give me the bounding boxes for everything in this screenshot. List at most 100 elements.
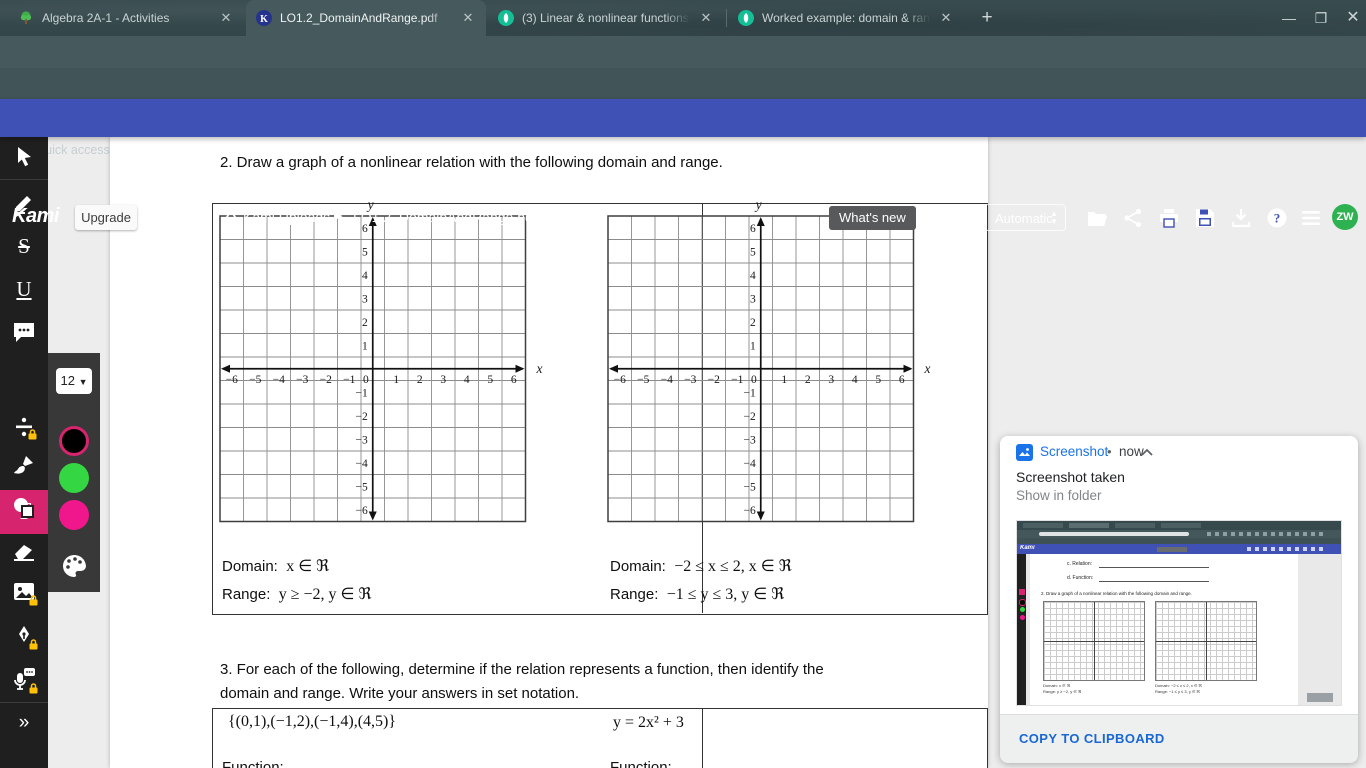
domain-text-right: Domain: −2 ≤ x ≤ 2, x ∈ ℜ (610, 558, 792, 575)
svg-text:5: 5 (875, 374, 881, 386)
zoom-select[interactable]: Automatic ▲ ▼ (984, 204, 1066, 231)
copy-to-clipboard-button[interactable]: COPY TO CLIPBOARD (1019, 731, 1165, 746)
thumb-line-c: c. Relation: (1067, 561, 1093, 567)
tab1-favicon-tree-icon (20, 11, 32, 24)
svg-text:y: y (754, 199, 762, 212)
breadcrumb-caret-icon: ▶ (334, 210, 343, 222)
lock-icon (29, 595, 38, 606)
pdf-page: 2. Draw a graph of a nonlinear relation … (110, 137, 988, 768)
thumb-kami-logo: Kami (1020, 545, 1035, 551)
show-in-folder-link[interactable]: Show in folder (1016, 488, 1102, 503)
tab4-close-icon[interactable]: ✕ (938, 10, 954, 26)
thumb-whatsnew (1157, 547, 1187, 552)
color-swatch-pink[interactable] (59, 500, 89, 530)
window-minimize-button[interactable]: — (1276, 8, 1302, 30)
screenshot-thumbnail[interactable]: Kami c. Relation: d. Function: 2. Draw a… (1016, 520, 1342, 706)
question-3-line2: domain and range. Write your answers in … (220, 685, 580, 702)
lock-icon (28, 429, 37, 440)
range-text-left: Range: y ≥ −2, y ∈ ℜ (222, 586, 372, 603)
notification-title: Screenshot taken (1016, 469, 1125, 485)
notification-footer: COPY TO CLIPBOARD (1000, 714, 1358, 763)
brush-tool-icon[interactable] (12, 453, 36, 477)
tab2-close-icon[interactable]: ✕ (460, 10, 476, 26)
svg-text:2: 2 (750, 317, 756, 329)
svg-text:6: 6 (899, 374, 905, 386)
breadcrumb-folder[interactable]: Kami Uploads (243, 209, 330, 225)
shapes-tool-icon[interactable] (12, 496, 36, 520)
search-icon[interactable] (186, 207, 208, 229)
google-drive-icon[interactable] (220, 207, 242, 229)
sidebar-divider (0, 702, 48, 703)
select-tool-icon[interactable] (12, 145, 36, 169)
svg-text:6: 6 (750, 223, 756, 235)
breadcrumb-filename: LO1.2_DomainAndRange.pdf (353, 209, 537, 225)
download-icon[interactable] (1230, 207, 1252, 229)
svg-text:2: 2 (362, 317, 368, 329)
font-size-dropdown[interactable]: 12 ▼ (56, 368, 92, 394)
coordinate-grid-right: −6 −5 −4 −3 −2 −1 0 1 2 3 4 5 6−6−5−4−3−2−1123456yx (607, 199, 931, 523)
thumb-tab (1115, 523, 1155, 528)
svg-text:−5: −5 (356, 481, 368, 493)
tab-linear-nonlinear[interactable]: (3) Linear & nonlinear functions ✕ (488, 0, 724, 36)
tab2-favicon-kami-icon: K (256, 10, 272, 26)
share-icon[interactable] (1122, 207, 1144, 229)
thumb-domain1: Domain: x ∈ ℜ (1043, 683, 1070, 688)
whats-new-badge[interactable]: What's new (829, 206, 916, 230)
thumb-tab (1023, 523, 1063, 528)
open-file-icon[interactable] (1086, 207, 1108, 229)
svg-text:x: x (536, 361, 543, 376)
tab3-close-icon[interactable]: ✕ (698, 10, 714, 26)
tab-worked-example[interactable]: Worked example: domain & rang ✕ (728, 0, 964, 36)
svg-text:−4: −4 (273, 374, 285, 386)
svg-text:−1: −1 (343, 374, 355, 386)
tab4-favicon-khan-icon (738, 10, 754, 26)
svg-text:−3: −3 (744, 434, 756, 446)
svg-text:−3: −3 (684, 374, 696, 386)
screenshot-notification[interactable]: Screenshot • now Screenshot taken Show i… (1000, 436, 1358, 763)
upgrade-button[interactable]: Upgrade (75, 205, 137, 230)
tab1-close-icon[interactable]: ✕ (218, 10, 234, 26)
tab-title: LO1.2_DomainAndRange.pdf (280, 11, 438, 25)
color-swatch-green[interactable] (59, 463, 89, 493)
kami-account-avatar[interactable]: ZW (1332, 204, 1358, 230)
svg-text:3: 3 (440, 374, 446, 386)
side-panel-toggle-icon[interactable] (148, 207, 170, 229)
strikethrough-tool-icon[interactable]: S (12, 234, 36, 258)
underline-tool-icon[interactable]: U (12, 277, 36, 301)
text-tool-subpanel: 12 ▼ (48, 353, 100, 592)
expand-tools-button[interactable]: » (12, 711, 36, 735)
color-palette-icon[interactable] (61, 553, 87, 579)
tab-kami-pdf[interactable]: K LO1.2_DomainAndRange.pdf ✕ (246, 0, 486, 36)
svg-text:3: 3 (362, 293, 368, 305)
svg-text:5: 5 (362, 246, 368, 258)
menu-icon[interactable] (1300, 207, 1322, 229)
dropdown-caret-icon: ▼ (78, 377, 88, 387)
thumb-grid-left (1043, 601, 1145, 681)
svg-text:−6: −6 (744, 505, 756, 517)
print-icon[interactable] (1158, 207, 1180, 229)
window-restore-button[interactable]: ❐ (1308, 8, 1334, 30)
thumb-swatch-green (1019, 607, 1025, 612)
svg-text:4: 4 (362, 270, 368, 282)
save-icon[interactable] (1194, 207, 1216, 229)
zoom-in-button[interactable]: + (952, 205, 976, 231)
new-tab-button[interactable]: + (974, 5, 1000, 31)
zoom-out-button[interactable]: − (918, 205, 942, 231)
thumb-range2: Range: −1 ≤ y ≤ 3, y ∈ ℜ (1155, 689, 1200, 694)
svg-text:−2: −2 (320, 374, 332, 386)
lock-icon (29, 683, 38, 694)
svg-text:−1: −1 (744, 387, 756, 399)
svg-text:2: 2 (417, 374, 423, 386)
eraser-tool-icon[interactable] (12, 539, 36, 563)
tab-algebra-activities[interactable]: Algebra 2A-1 - Activities ✕ (8, 0, 244, 36)
svg-text:3: 3 (828, 374, 834, 386)
comment-tool-icon[interactable] (12, 320, 36, 344)
window-close-button[interactable]: ✕ (1340, 8, 1366, 30)
svg-text:−4: −4 (661, 374, 673, 386)
svg-text:K: K (260, 14, 268, 25)
svg-text:−1: −1 (731, 374, 743, 386)
range-text-right: Range: −1 ≤ y ≤ 3, y ∈ ℜ (610, 586, 785, 603)
color-swatch-black-selected[interactable] (59, 426, 89, 456)
help-icon[interactable]: ? (1266, 207, 1288, 229)
collapse-chevron-icon[interactable] (1141, 448, 1153, 456)
